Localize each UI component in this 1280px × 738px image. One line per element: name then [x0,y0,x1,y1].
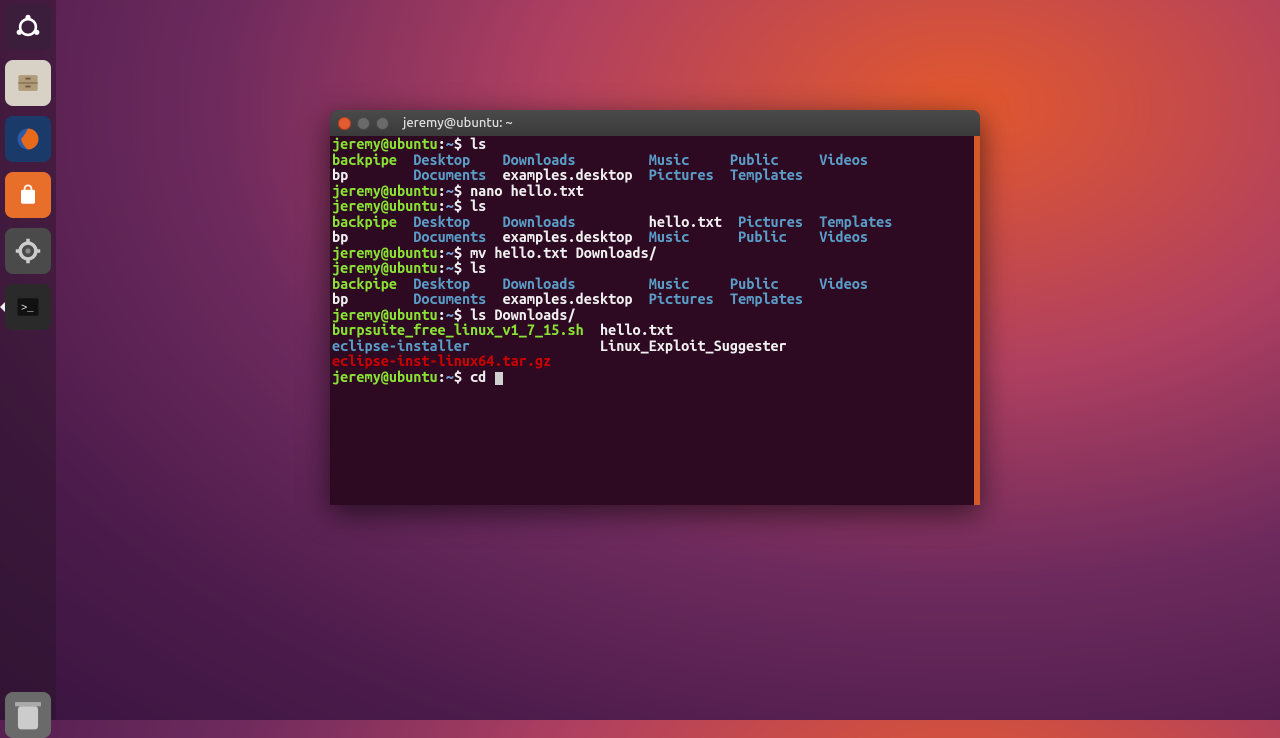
terminal-line: bp Documents examples.desktop Pictures T… [332,291,978,307]
terminal-line: backpipe Desktop Downloads hello.txt Pic… [332,214,978,230]
terminal-line: bp Documents examples.desktop Pictures T… [332,167,978,183]
terminal-line: backpipe Desktop Downloads Music Public … [332,276,978,292]
svg-text:>_: >_ [21,303,34,315]
window-title: jeremy@ubuntu: ~ [403,116,513,130]
terminal-line: jeremy@ubuntu:~$ ls Downloads/ [332,307,978,323]
terminal-icon[interactable]: >_ [5,284,51,330]
terminal-line: jeremy@ubuntu:~$ mv hello.txt Downloads/ [332,245,978,261]
terminal-line: jeremy@ubuntu:~$ ls [332,198,978,214]
terminal-body[interactable]: jeremy@ubuntu:~$ lsbackpipe Desktop Down… [330,136,980,505]
shopping-bag-icon [14,181,42,209]
terminal-line: burpsuite_free_linux_v1_7_15.sh hello.tx… [332,322,978,338]
trash-icon[interactable] [5,692,51,738]
terminal-line: backpipe Desktop Downloads Music Public … [332,152,978,168]
files-icon[interactable] [5,60,51,106]
running-indicator-icon [0,302,5,312]
terminal-line: jeremy@ubuntu:~$ nano hello.txt [332,183,978,199]
terminal-glyph-icon: >_ [14,293,42,321]
trash-glyph-icon [5,692,51,738]
terminal-scrollbar[interactable] [974,136,980,505]
firefox-icon[interactable] [5,116,51,162]
terminal-line: eclipse-installer Linux_Exploit_Suggeste… [332,338,978,354]
terminal-line: bp Documents examples.desktop Music Publ… [332,229,978,245]
window-close-button[interactable] [338,117,351,130]
terminal-line: jeremy@ubuntu:~$ ls [332,136,978,152]
dash-icon[interactable] [5,4,51,50]
terminal-line: jeremy@ubuntu:~$ ls [332,260,978,276]
cursor-icon [495,372,503,385]
ubuntu-software-icon[interactable] [5,172,51,218]
firefox-logo-icon [14,125,42,153]
unity-launcher: >_ [0,0,56,720]
window-titlebar[interactable]: jeremy@ubuntu: ~ [330,110,980,136]
ubuntu-logo-icon [14,13,42,41]
gear-icon [14,237,42,265]
terminal-line: jeremy@ubuntu:~$ cd [332,369,978,385]
window-maximize-button[interactable] [376,117,389,130]
terminal-window: jeremy@ubuntu: ~ jeremy@ubuntu:~$ lsback… [330,110,980,505]
window-minimize-button[interactable] [357,117,370,130]
drawer-icon [14,69,42,97]
settings-icon[interactable] [5,228,51,274]
terminal-line: eclipse-inst-linux64.tar.gz [332,353,978,369]
